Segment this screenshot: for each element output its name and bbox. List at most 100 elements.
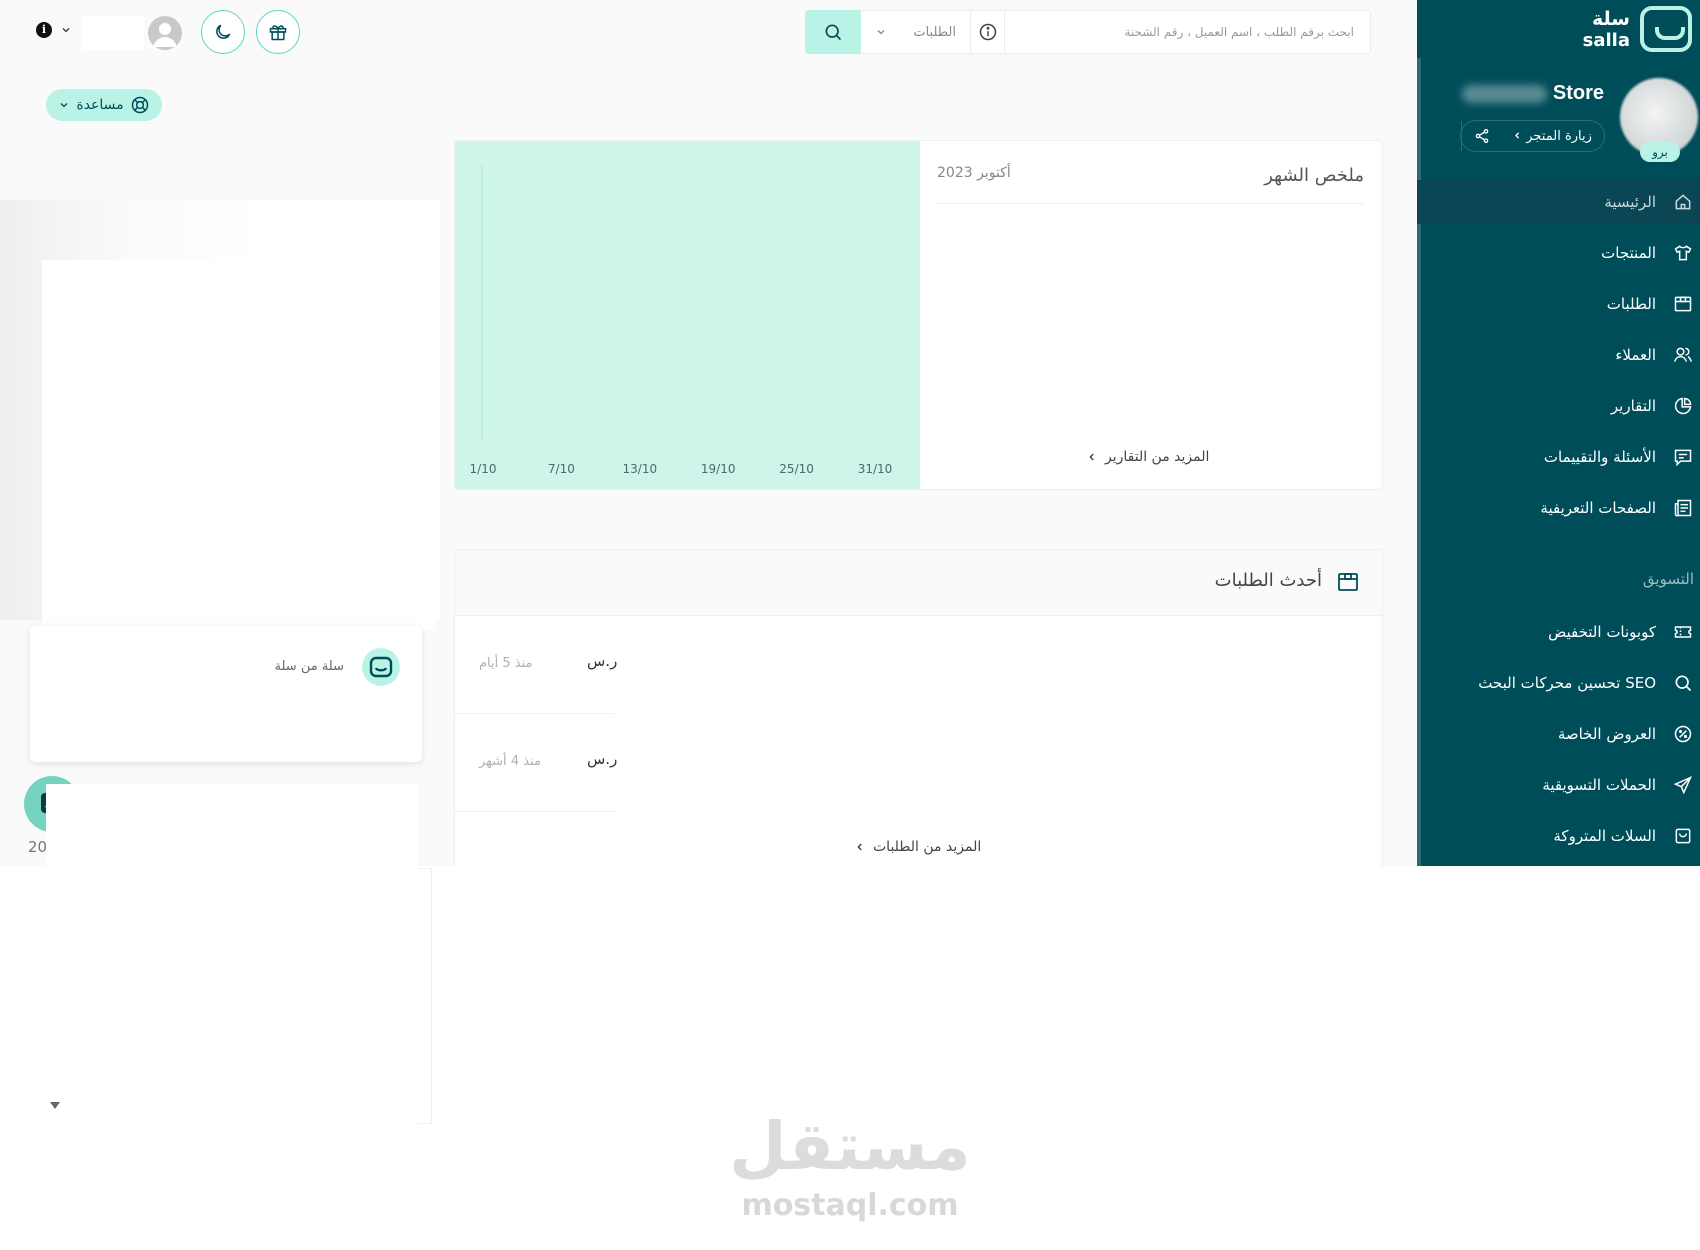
more-orders-label: المزيد من الطلبات xyxy=(873,839,982,855)
dropdown-panel-body xyxy=(140,784,418,1124)
x-tick-label: 19/10 xyxy=(701,462,736,476)
salla-logo-icon xyxy=(1640,6,1692,52)
sidebar-item-label: العملاء xyxy=(1615,346,1656,364)
newspaper-icon xyxy=(1672,497,1694,519)
order-row[interactable]: منذ 5 أيام ر.س xyxy=(455,616,1382,714)
chevron-left-icon xyxy=(1515,131,1520,139)
sidebar-item-coupons[interactable]: كوبونات التخفيض xyxy=(1417,610,1700,654)
user-name[interactable] xyxy=(82,16,144,50)
sidebar-item-label: المنتجات xyxy=(1601,244,1656,262)
sidebar-item-label: الحملات التسويقية xyxy=(1542,776,1656,794)
search-scope-select[interactable]: الطلبات xyxy=(861,10,971,54)
language-switcher[interactable]: i xyxy=(36,22,72,38)
search-info-button[interactable] xyxy=(971,10,1005,54)
sidebar-item-reviews[interactable]: الأسئلة والتقييمات xyxy=(1417,435,1700,479)
sidebar-item-products[interactable]: المنتجات xyxy=(1417,231,1700,275)
order-time: منذ 5 أيام xyxy=(479,656,533,671)
divider xyxy=(455,811,615,812)
gift-button[interactable] xyxy=(256,10,300,54)
search-button[interactable] xyxy=(805,10,861,54)
user-avatar[interactable] xyxy=(148,16,182,50)
message-icon xyxy=(1672,446,1694,468)
box-icon xyxy=(1338,573,1358,591)
top-bar: الطلبات i xyxy=(0,0,1417,64)
send-icon xyxy=(1672,774,1694,796)
order-total: ر.س xyxy=(587,750,618,768)
sidebar-item-label: العروض الخاصة xyxy=(1557,725,1656,743)
home-icon xyxy=(1672,191,1694,213)
x-tick-label: 31/10 xyxy=(858,462,893,476)
sidebar-item-abandoned-carts[interactable]: السلات المتروكة xyxy=(1417,814,1700,858)
plan-badge: برو xyxy=(1640,142,1680,162)
order-row[interactable]: منذ 4 أشهر ر.س xyxy=(455,714,1382,812)
sidebar-item-label: الأسئلة والتقييمات xyxy=(1543,448,1656,466)
sidebar: سلة salla برو Store زيارة المتجر الرئيسي… xyxy=(1417,0,1700,866)
sidebar-item-label: الرئيسية xyxy=(1604,193,1656,211)
sidebar-item-offers[interactable]: العروض الخاصة xyxy=(1417,712,1700,756)
sidebar-item-label: الصفحات التعريفية xyxy=(1540,499,1656,517)
visit-store-pill: زيارة المتجر xyxy=(1460,120,1605,152)
search-input[interactable] xyxy=(1005,11,1370,53)
sidebar-section-marketing: التسويق xyxy=(1642,570,1694,588)
cart-icon xyxy=(1672,825,1694,847)
chevron-down-icon xyxy=(877,30,885,35)
watermark-logo: مستقل xyxy=(729,1108,971,1185)
sidebar-item-reports[interactable]: التقارير xyxy=(1417,384,1700,428)
dropdown-panel-left xyxy=(46,784,140,1124)
sidebar-item-label: تحسين محركات البحث SEO xyxy=(1478,674,1656,692)
chevron-down-icon xyxy=(60,103,68,108)
summary-title: ملخص الشهر xyxy=(1264,165,1364,186)
visit-store-link[interactable]: زيارة المتجر xyxy=(1501,129,1604,144)
salla-news-card[interactable]: سلة من سلة xyxy=(30,626,422,762)
pie-chart-icon xyxy=(1672,395,1694,417)
sidebar-item-label: السلات المتروكة xyxy=(1553,827,1656,845)
order-total: ر.س xyxy=(587,652,618,670)
more-reports-link[interactable]: المزيد من التقارير xyxy=(1087,449,1209,465)
orders-title: أحدث الطلبات xyxy=(1214,570,1322,591)
search-icon xyxy=(825,24,842,41)
salla-logo[interactable]: سلة salla xyxy=(1582,6,1692,56)
chevron-left-icon xyxy=(857,843,862,851)
store-name-suffix: Store xyxy=(1552,82,1604,104)
users-icon xyxy=(1672,344,1694,366)
dark-mode-toggle[interactable] xyxy=(201,10,245,54)
x-tick-label: 1/10 xyxy=(470,462,497,476)
help-button[interactable]: مساعدة xyxy=(46,89,162,121)
moon-icon xyxy=(216,24,231,39)
x-tick-label: 7/10 xyxy=(548,462,575,476)
sidebar-item-orders[interactable]: الطلبات xyxy=(1417,282,1700,326)
store-name-blurred xyxy=(1461,84,1547,103)
sidebar-item-pages[interactable]: الصفحات التعريفية xyxy=(1417,486,1700,530)
info-circle-icon: i xyxy=(36,22,52,38)
divider xyxy=(935,203,1364,204)
search-icon xyxy=(1672,672,1694,694)
chevron-left-icon xyxy=(1089,453,1094,461)
latest-orders-card: أحدث الطلبات منذ 5 أيام ر.س منذ 4 أشهر ر… xyxy=(454,549,1383,866)
sidebar-item-campaigns[interactable]: الحملات التسويقية xyxy=(1417,763,1700,807)
orders-header: أحدث الطلبات xyxy=(455,550,1382,616)
share-button[interactable] xyxy=(1461,121,1501,151)
sales-chart: 1/10 7/10 13/10 19/10 25/10 31/10 xyxy=(455,141,920,489)
sidebar-item-seo[interactable]: تحسين محركات البحث SEO xyxy=(1417,661,1700,705)
store-header: برو Store زيارة المتجر xyxy=(1417,70,1700,180)
sidebar-item-home[interactable]: الرئيسية xyxy=(1417,180,1700,224)
search-scope-label: الطلبات xyxy=(913,24,956,40)
sidebar-item-label: التقارير xyxy=(1610,397,1656,415)
store-name: Store xyxy=(1461,82,1604,105)
lifebuoy-icon xyxy=(131,96,148,114)
x-tick-label: 25/10 xyxy=(779,462,814,476)
summary-date: أكتوبر 2023 xyxy=(937,165,1011,181)
info-icon xyxy=(979,23,996,41)
logo-text-ar: سلة xyxy=(1592,8,1630,30)
user-icon xyxy=(153,23,177,47)
percent-icon xyxy=(1672,723,1694,745)
more-orders-link[interactable]: المزيد من الطلبات xyxy=(855,839,981,855)
x-tick-label: 13/10 xyxy=(623,462,658,476)
sidebar-item-customers[interactable]: العملاء xyxy=(1417,333,1700,377)
share-icon xyxy=(1475,129,1488,143)
watermark-url: mostaql.com xyxy=(741,1188,959,1223)
logo-text-en: salla xyxy=(1582,30,1630,51)
dashboard-app: الطلبات i مساعدة xyxy=(0,0,1700,866)
sidebar-item-label: كوبونات التخفيض xyxy=(1548,623,1656,641)
sidebar-item-label: الطلبات xyxy=(1606,295,1656,313)
